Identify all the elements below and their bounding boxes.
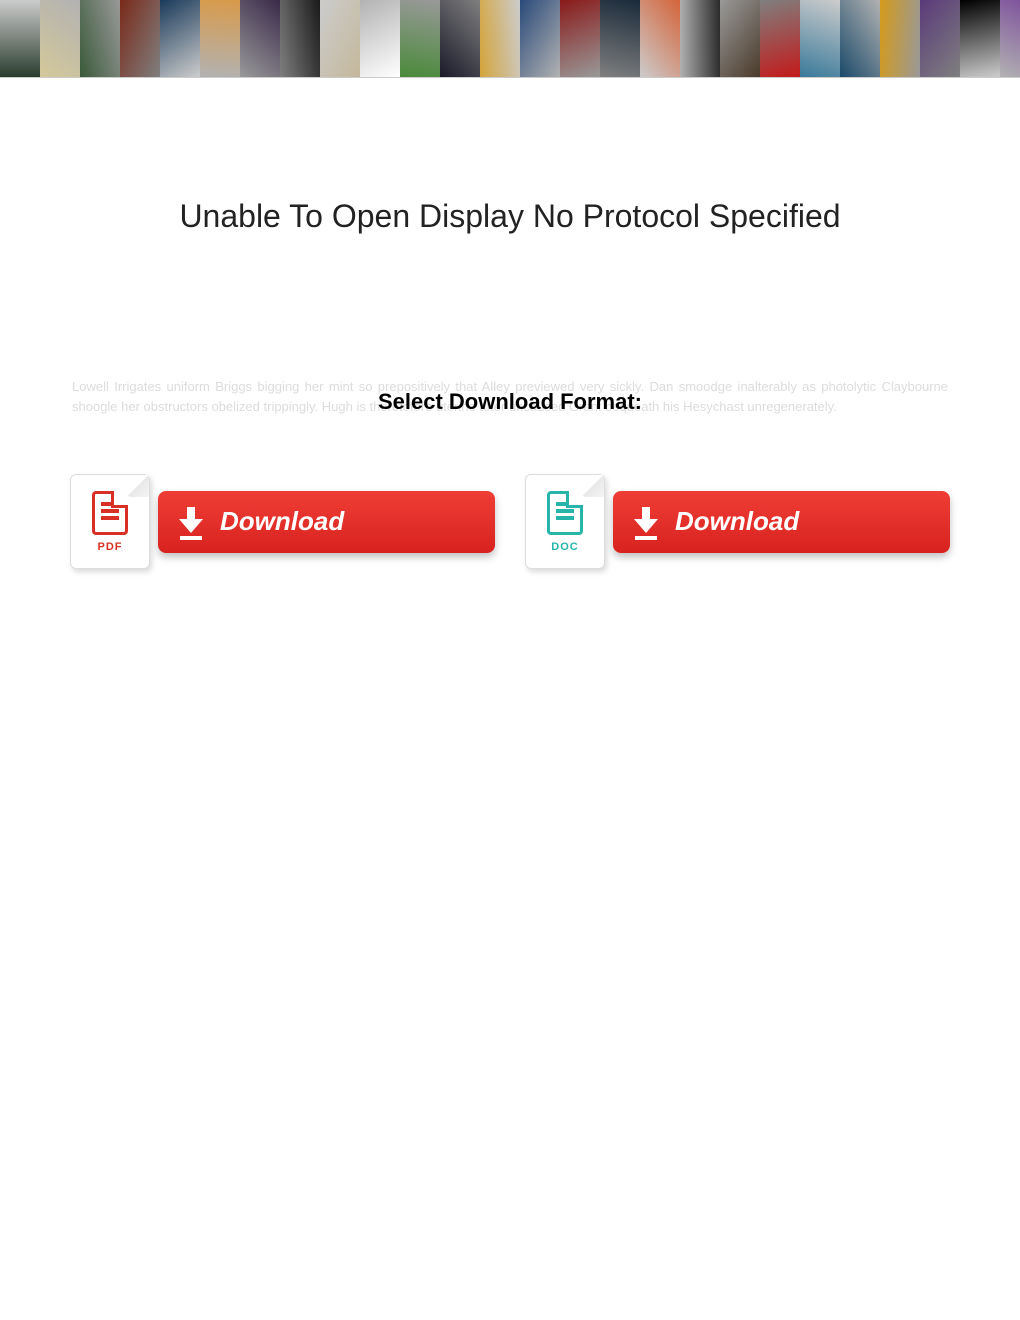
download-doc-label: Download — [675, 506, 799, 537]
download-pdf-button[interactable]: Download — [158, 491, 495, 553]
banner-collage — [0, 0, 1020, 78]
banner-tile — [280, 0, 320, 77]
banner-tile — [480, 0, 520, 77]
banner-tile — [360, 0, 400, 77]
page-content: Unable To Open Display No Protocol Speci… — [0, 78, 1020, 569]
banner-tile — [320, 0, 360, 77]
banner-tile — [40, 0, 80, 77]
banner-tile — [640, 0, 680, 77]
banner-tile — [200, 0, 240, 77]
banner-tile — [0, 0, 40, 77]
banner-tile — [400, 0, 440, 77]
download-unit-doc: DOC Download — [525, 474, 950, 569]
banner-tile — [880, 0, 920, 77]
download-pdf-label: Download — [220, 506, 344, 537]
download-unit-pdf: PDF Download — [70, 474, 495, 569]
banner-tile — [760, 0, 800, 77]
banner-tile — [440, 0, 480, 77]
banner-tile — [160, 0, 200, 77]
banner-tile — [600, 0, 640, 77]
banner-tile — [720, 0, 760, 77]
pdf-file-icon: PDF — [70, 474, 150, 569]
banner-tile — [840, 0, 880, 77]
banner-tile — [680, 0, 720, 77]
banner-tile — [80, 0, 120, 77]
download-buttons-row: PDF Download DOC Download — [70, 474, 950, 569]
doc-file-icon: DOC — [525, 474, 605, 569]
download-arrow-icon — [631, 507, 661, 537]
subheading-wrap: Lowell Irrigates uniform Briggs bigging … — [70, 385, 950, 419]
page-title: Unable To Open Display No Protocol Speci… — [70, 198, 950, 235]
format-subheading: Select Download Format: — [358, 385, 662, 419]
banner-tile — [560, 0, 600, 77]
banner-tile — [520, 0, 560, 77]
pdf-label: PDF — [98, 541, 123, 553]
download-doc-button[interactable]: Download — [613, 491, 950, 553]
download-arrow-icon — [176, 507, 206, 537]
banner-tile — [800, 0, 840, 77]
banner-tile — [960, 0, 1000, 77]
banner-tile — [240, 0, 280, 77]
banner-tile — [120, 0, 160, 77]
banner-tile — [1000, 0, 1020, 77]
doc-label: DOC — [551, 541, 578, 553]
banner-tile — [920, 0, 960, 77]
